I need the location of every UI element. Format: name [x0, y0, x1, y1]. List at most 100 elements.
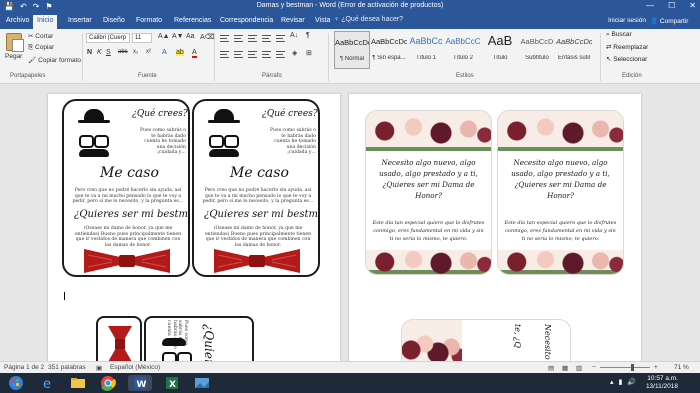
- document-area[interactable]: ¿Qué crees? Pues como sabrás o te habrás…: [0, 84, 700, 361]
- tab-referencias[interactable]: Referencias: [170, 16, 215, 25]
- style-no-spacing[interactable]: AaBbCcDc ¶ Sin espa...: [371, 31, 407, 69]
- language[interactable]: Español (México): [110, 364, 160, 371]
- tab-inicio[interactable]: Inicio: [33, 15, 58, 29]
- share-button[interactable]: 👤 Compartir: [650, 17, 688, 25]
- tab-correspondencia[interactable]: Correspondencia: [216, 16, 277, 25]
- font-name-combo[interactable]: Calibri (Cuerp: [86, 33, 130, 43]
- style-heading-2[interactable]: AaBbCcC Título 2: [445, 31, 481, 69]
- increase-indent-icon[interactable]: [276, 35, 285, 42]
- style-heading-1[interactable]: AaBbCc Título 1: [408, 31, 444, 69]
- replace-button[interactable]: ⇄ Reemplazar: [606, 43, 648, 51]
- strikethrough-button[interactable]: abc: [118, 49, 128, 55]
- minimize-button[interactable]: —: [646, 1, 654, 10]
- paste-button[interactable]: Pegar: [5, 53, 22, 60]
- word-icon[interactable]: W: [128, 375, 152, 391]
- windows-start-icon[interactable]: [4, 375, 28, 391]
- line-spacing-icon[interactable]: [276, 51, 285, 58]
- borders-icon[interactable]: ⊞: [306, 49, 312, 57]
- copy-icon: ⎘: [28, 44, 36, 51]
- card-body: Pero creo que no podré hacerlo sin ayuda…: [202, 188, 314, 205]
- card-question: ¿Qué crees?: [262, 109, 318, 119]
- font-group-label: Fuente: [138, 73, 157, 79]
- align-center-icon[interactable]: [234, 51, 243, 58]
- photos-icon[interactable]: [190, 375, 214, 391]
- glasses-icon: [162, 352, 192, 361]
- copy-button[interactable]: ⎘ Copiar: [28, 44, 54, 52]
- maximize-button[interactable]: ☐: [668, 1, 675, 10]
- text-effects-button[interactable]: A: [162, 49, 167, 56]
- font-size-combo[interactable]: 11: [132, 33, 152, 43]
- chevron-up-icon[interactable]: ▴: [610, 378, 614, 386]
- shrink-font-icon[interactable]: A▼: [172, 33, 184, 40]
- network-icon[interactable]: ▮: [619, 378, 623, 386]
- volume-icon[interactable]: 🔊: [627, 378, 636, 386]
- tell-me-search[interactable]: ♀ ¿Qué desea hacer?: [334, 16, 403, 23]
- subscript-button[interactable]: x₂: [133, 49, 138, 55]
- tab-insertar[interactable]: Insertar: [64, 16, 96, 25]
- zoom-level[interactable]: 71 %: [674, 364, 689, 371]
- bridesmaid-footer: Este día tan especial quiero que lo disf…: [504, 220, 617, 242]
- align-left-icon[interactable]: [220, 51, 229, 58]
- cut-button[interactable]: ✂ Cortar: [28, 32, 53, 40]
- align-right-icon[interactable]: [248, 51, 257, 58]
- web-layout-icon[interactable]: ▥: [576, 364, 582, 372]
- show-marks-icon[interactable]: ¶: [306, 32, 310, 39]
- title-bar: 💾 ↶ ↷ ⚑ Damas y bestman - Word (Error de…: [0, 0, 700, 14]
- style-subtitle[interactable]: AaBbCcD Subtítulo: [519, 31, 555, 69]
- hat-icon: [78, 109, 110, 123]
- font-color-button[interactable]: A: [192, 49, 197, 58]
- decrease-indent-icon[interactable]: [262, 35, 271, 42]
- grow-font-icon[interactable]: A▲: [158, 33, 170, 40]
- rotated-text: Necesito: [543, 324, 552, 360]
- style-normal[interactable]: AaBbCcDc ¶ Normal: [334, 31, 370, 69]
- change-case-icon[interactable]: Aa: [186, 33, 195, 40]
- page-1[interactable]: ¿Qué crees? Pues como sabrás o te habrás…: [48, 94, 340, 361]
- file-explorer-icon[interactable]: [66, 375, 90, 391]
- sign-in-link[interactable]: Iniciar sesión: [608, 17, 646, 24]
- underline-button[interactable]: S: [106, 49, 111, 56]
- tab-revisar[interactable]: Revisar: [277, 16, 309, 25]
- find-button[interactable]: ⌕ Buscar: [606, 31, 648, 39]
- bullets-icon[interactable]: [220, 35, 229, 42]
- tab-vista[interactable]: Vista: [311, 16, 334, 25]
- style-subtle-emphasis[interactable]: AaBbCcDc Énfasis sutil: [556, 31, 592, 69]
- ribbon-tabs: Archivo Inicio Insertar Diseño Formato R…: [0, 14, 700, 29]
- page-2[interactable]: Necesito algo nuevo, algo usado, algo pr…: [349, 94, 641, 361]
- clear-format-icon[interactable]: A⌫: [200, 33, 215, 41]
- flower-border-top: [366, 111, 491, 151]
- zoom-slider[interactable]: [600, 367, 650, 368]
- multilevel-list-icon[interactable]: [248, 35, 257, 42]
- proofing-icon[interactable]: ▣: [96, 364, 102, 372]
- italic-button[interactable]: K: [97, 49, 102, 56]
- select-button[interactable]: ↖ Seleccionar: [606, 55, 648, 63]
- numbering-icon[interactable]: [234, 35, 243, 42]
- tab-diseno[interactable]: Diseño: [99, 16, 129, 25]
- superscript-button[interactable]: x²: [146, 49, 151, 55]
- tab-archivo[interactable]: Archivo: [2, 16, 33, 25]
- internet-explorer-icon[interactable]: e: [36, 375, 60, 392]
- read-mode-icon[interactable]: ▤: [548, 364, 554, 372]
- excel-icon[interactable]: X: [160, 375, 184, 391]
- shading-icon[interactable]: ◈: [292, 49, 297, 57]
- paste-icon[interactable]: [6, 33, 24, 52]
- close-button[interactable]: ✕: [689, 1, 696, 10]
- word-count[interactable]: 351 palabras: [48, 364, 86, 371]
- zoom-slider-thumb[interactable]: [631, 364, 634, 371]
- highlight-icon[interactable]: ab: [176, 49, 184, 56]
- bold-button[interactable]: N: [87, 49, 92, 56]
- justify-icon[interactable]: [262, 51, 271, 58]
- zoom-out-button[interactable]: −: [592, 364, 596, 371]
- mustache-icon: [79, 149, 109, 157]
- taskbar: e W X ▴ ▮ 🔊 10:57 a.m. 13/11/2018: [0, 373, 700, 393]
- chrome-icon[interactable]: [96, 375, 120, 391]
- style-title[interactable]: AaB Título: [482, 31, 518, 69]
- editing-group-label: Edición: [622, 73, 642, 79]
- print-layout-icon[interactable]: ▦: [562, 364, 568, 372]
- tab-formato[interactable]: Formato: [132, 16, 166, 25]
- zoom-in-button[interactable]: +: [654, 364, 658, 371]
- format-painter-button[interactable]: 🖌 Copiar formato: [28, 56, 81, 64]
- page-count[interactable]: Página 1 de 2: [4, 364, 44, 371]
- clock[interactable]: 10:57 a.m. 13/11/2018: [646, 375, 678, 391]
- flower-border-bottom: [366, 250, 491, 274]
- sort-icon[interactable]: A↓: [290, 32, 298, 39]
